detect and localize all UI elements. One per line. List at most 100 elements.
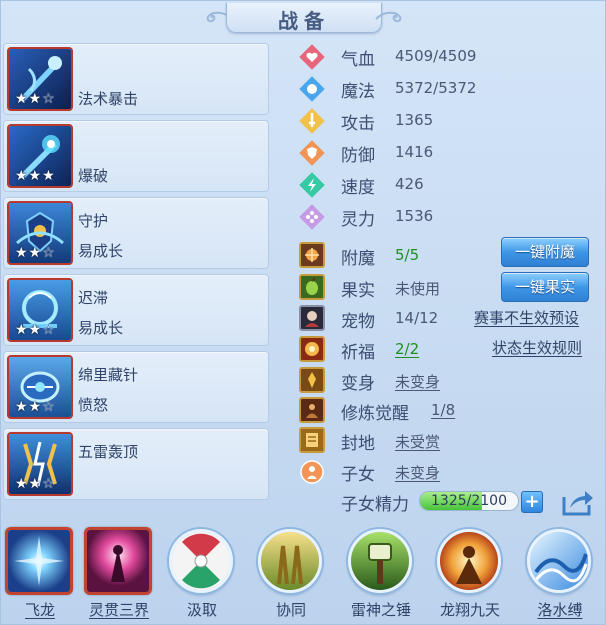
skill-name: 守护 xyxy=(78,212,109,230)
heart-icon xyxy=(299,44,325,70)
special-skill-name: 洛水缚 xyxy=(537,601,583,619)
skill-card[interactable]: ★★☆ 五雷轰顶 xyxy=(3,428,269,500)
skill-trait: 愤怒 xyxy=(78,396,109,414)
skill-name: 迟滞 xyxy=(78,289,109,307)
skill-name: 绵里藏针 xyxy=(78,366,139,384)
battle-prep-panel: 战备 ★★☆ 法术暴击 ★★★ 爆破 ★★☆ 守护 易成长 ★★☆ 迟滞 易成长… xyxy=(0,0,606,625)
stat-value[interactable]: 2/2 xyxy=(395,340,419,358)
special-skill-name: 协同 xyxy=(275,601,306,619)
special-skill[interactable]: 洛水缚 xyxy=(523,525,597,625)
special-skill[interactable]: 龙翔九天 xyxy=(433,525,507,625)
special-skill-name: 雷神之锤 xyxy=(350,601,411,619)
stat-label: 祈福 xyxy=(341,343,375,363)
fief-icon xyxy=(299,427,325,453)
stat-label: 气血 xyxy=(341,50,375,70)
stat-value: 5/5 xyxy=(395,246,420,264)
thunder-hammer-icon xyxy=(348,529,412,593)
stat-value: 5372/5372 xyxy=(395,79,477,97)
skill-card[interactable]: ★★★ 爆破 xyxy=(3,120,269,192)
skill-trait: 易成长 xyxy=(78,242,124,260)
special-skill-name: 龙翔九天 xyxy=(439,601,500,619)
stat-value: 1536 xyxy=(395,207,434,225)
skill-name: 爆破 xyxy=(78,167,109,185)
stat-value: 14/12 xyxy=(395,309,439,327)
speed-icon xyxy=(299,172,325,198)
skill-card[interactable]: ★★☆ 守护 易成长 xyxy=(3,197,269,269)
sword-icon xyxy=(299,108,325,134)
title-banner: 战备 xyxy=(204,1,404,35)
dragon-soar-icon xyxy=(437,529,501,593)
star-rating: ★★☆ xyxy=(15,322,56,338)
skill-icon-five-thunder: ★★☆ xyxy=(7,432,73,496)
stat-value[interactable]: 1/8 xyxy=(431,401,455,419)
skill-card[interactable]: ★★☆ 法术暴击 xyxy=(3,43,269,115)
fruit-icon xyxy=(299,274,325,300)
child-energy-bar: 1325/2100 xyxy=(419,491,519,511)
special-skill-name: 灵贯三界 xyxy=(88,601,149,619)
star-rating: ★★☆ xyxy=(15,476,56,492)
stat-label: 附魔 xyxy=(341,249,375,269)
add-energy-button[interactable]: + xyxy=(521,491,543,513)
stat-label: 魔法 xyxy=(341,82,375,102)
special-skill[interactable]: 雷神之锤 xyxy=(344,525,418,625)
three-realms-icon xyxy=(84,527,152,595)
skill-card[interactable]: ★★☆ 迟滞 易成长 xyxy=(3,274,269,346)
stat-label: 宠物 xyxy=(341,312,375,332)
skill-name: 五雷轰顶 xyxy=(78,443,139,461)
stat-label: 果实 xyxy=(341,281,375,301)
stat-value[interactable]: 未变身 xyxy=(395,462,440,483)
transform-icon xyxy=(299,367,325,393)
star-rating: ★★★ xyxy=(15,168,56,184)
skill-icon-hidden-needle: ★★☆ xyxy=(7,355,73,419)
event-preset-link[interactable]: 赛事不生效预设 xyxy=(474,307,579,328)
enchant-icon xyxy=(299,242,325,268)
stat-value[interactable]: 未变身 xyxy=(395,371,440,392)
shield-icon xyxy=(299,140,325,166)
child-icon xyxy=(300,460,324,484)
special-skill[interactable]: 汲取 xyxy=(165,525,239,625)
bless-icon xyxy=(299,336,325,362)
skill-icon-guard: ★★☆ xyxy=(7,201,73,265)
magic-icon xyxy=(299,76,325,102)
child-energy-label: 子女精力 xyxy=(341,495,409,515)
stat-value: 1416 xyxy=(395,143,434,161)
synergy-icon xyxy=(258,529,322,593)
stat-label: 速度 xyxy=(341,178,375,198)
absorb-icon xyxy=(169,529,233,593)
special-skill[interactable]: 协同 xyxy=(254,525,328,625)
skill-icon-blast: ★★★ xyxy=(7,124,73,188)
skill-card[interactable]: ★★☆ 绵里藏针 愤怒 xyxy=(3,351,269,423)
stat-value: 1365 xyxy=(395,111,434,129)
skill-icon-slow: ★★☆ xyxy=(7,278,73,342)
star-rating: ★★☆ xyxy=(15,399,56,415)
stat-value: 未使用 xyxy=(395,280,441,298)
stat-label: 修炼觉醒 xyxy=(341,404,409,424)
share-icon[interactable] xyxy=(561,487,595,517)
special-skill-bar: 飞龙 灵贯三界 汲取 协同 雷神之锤 龙翔九天 洛水缚 xyxy=(1,525,606,625)
stat-label: 封地 xyxy=(341,434,375,454)
cloud-ornament-icon xyxy=(375,11,402,23)
stat-label: 变身 xyxy=(341,374,375,394)
water-bind-icon xyxy=(527,529,591,593)
status-rules-link[interactable]: 状态生效规则 xyxy=(492,337,582,358)
cultivate-icon xyxy=(299,397,325,423)
flying-dragon-icon xyxy=(5,527,73,595)
skill-trait: 易成长 xyxy=(78,319,124,337)
star-rating: ★★☆ xyxy=(15,91,56,107)
special-skill[interactable]: 飞龙 xyxy=(3,525,77,625)
special-skill[interactable]: 灵贯三界 xyxy=(82,525,156,625)
stat-value: 426 xyxy=(395,175,424,193)
stat-label: 灵力 xyxy=(341,210,375,230)
skill-name: 法术暴击 xyxy=(78,90,139,108)
one-click-fruit-button[interactable]: 一键果实 xyxy=(501,272,589,302)
special-skill-name: 汲取 xyxy=(186,601,217,619)
page-title: 战备 xyxy=(278,9,330,33)
star-rating: ★★☆ xyxy=(15,245,56,261)
stat-value[interactable]: 未受赏 xyxy=(395,431,440,452)
child-energy-value: 1325/2100 xyxy=(431,493,507,509)
one-click-enchant-button[interactable]: 一键附魔 xyxy=(501,237,589,267)
stat-label: 攻击 xyxy=(341,114,375,134)
spirit-icon xyxy=(299,204,325,230)
stat-value: 4509/4509 xyxy=(395,47,477,65)
skill-icon-spell-crit: ★★☆ xyxy=(7,47,73,111)
